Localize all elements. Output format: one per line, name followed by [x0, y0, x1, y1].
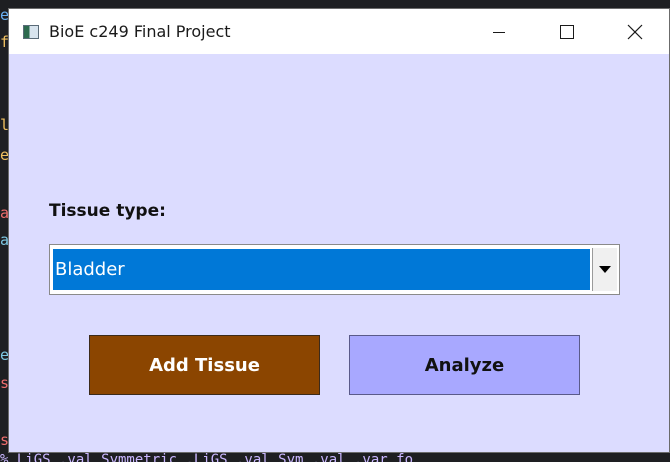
close-icon: [627, 24, 643, 39]
add-tissue-button[interactable]: Add Tissue: [89, 335, 320, 395]
close-button[interactable]: [601, 9, 669, 54]
window-title: BioE c249 Final Project: [49, 22, 231, 41]
maximize-button[interactable]: [533, 9, 601, 54]
minimize-button[interactable]: [465, 9, 533, 54]
minimize-icon: [493, 31, 505, 33]
window-controls: [465, 9, 669, 54]
window-content: Tissue type: Bladder Add Tissue Analyze: [9, 54, 669, 452]
tissue-type-label: Tissue type:: [49, 201, 166, 221]
analyze-button[interactable]: Analyze: [349, 335, 580, 395]
app-icon: [23, 24, 39, 39]
background-editor-line: % LiGS .val Symmetric .LiGS .val Sym .va…: [0, 453, 414, 462]
dropdown-arrow-button[interactable]: [592, 248, 617, 291]
title-bar[interactable]: BioE c249 Final Project: [9, 9, 669, 54]
tissue-type-selected[interactable]: Bladder: [53, 249, 590, 290]
tissue-type-dropdown[interactable]: Bladder: [49, 244, 620, 295]
app-window: BioE c249 Final Project Tissue type: Bla…: [8, 8, 670, 453]
maximize-icon: [560, 24, 574, 39]
chevron-down-icon: [599, 265, 611, 273]
